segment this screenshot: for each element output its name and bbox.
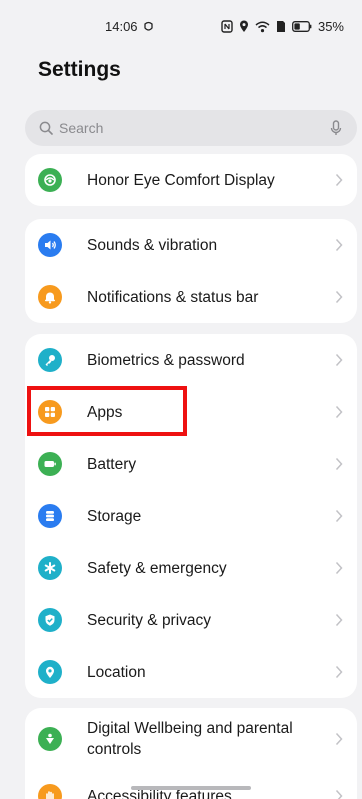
key-icon <box>38 348 62 372</box>
settings-item-label: Honor Eye Comfort Display <box>87 171 275 189</box>
chevron-right-icon <box>335 561 343 575</box>
battery-percent: 35% <box>317 19 344 34</box>
settings-item-accessibility[interactable]: Accessibility features <box>25 770 357 799</box>
settings-item-location[interactable]: Location <box>25 646 357 698</box>
settings-item-battery[interactable]: Battery <box>25 438 357 490</box>
status-bar: 14:06 35% <box>0 0 362 50</box>
chevron-right-icon <box>335 173 343 187</box>
chevron-right-icon <box>335 665 343 679</box>
settings-item-label: Sounds & vibration <box>87 236 218 254</box>
storage-icon <box>38 504 62 528</box>
chevron-right-icon <box>335 290 343 304</box>
asterisk-icon <box>38 556 62 580</box>
settings-group-main: Biometrics & password Apps Battery Stora… <box>25 334 357 698</box>
shield-icon <box>38 608 62 632</box>
settings-item-label: Apps <box>87 403 123 421</box>
status-time: 14:06 <box>105 19 138 34</box>
battery-icon <box>38 452 62 476</box>
wifi-icon <box>255 21 270 32</box>
sim-icon <box>276 21 285 32</box>
settings-item-label: Storage <box>87 507 142 525</box>
settings-item-apps[interactable]: Apps <box>25 386 357 438</box>
settings-item-label: Biometrics & password <box>87 351 245 369</box>
settings-item-storage[interactable]: Storage <box>25 490 357 542</box>
home-indicator[interactable] <box>131 786 251 790</box>
settings-item-label: Digital Wellbeing and parental controls <box>87 720 293 758</box>
nfc-icon <box>221 20 233 33</box>
status-icons: 35% <box>221 19 344 34</box>
search-input[interactable]: Search <box>25 110 357 146</box>
apps-icon <box>38 400 62 424</box>
chevron-right-icon <box>335 457 343 471</box>
chevron-right-icon <box>335 613 343 627</box>
search-placeholder: Search <box>59 120 104 136</box>
wellbeing-icon <box>38 727 62 751</box>
settings-item-label: Battery <box>87 455 137 473</box>
eye-comfort-icon <box>38 168 62 192</box>
settings-item-biometrics[interactable]: Biometrics & password <box>25 334 357 386</box>
chevron-right-icon <box>335 732 343 746</box>
chevron-right-icon <box>335 405 343 419</box>
status-time-group: 14:06 <box>105 19 154 34</box>
bell-icon <box>38 285 62 309</box>
chevron-right-icon <box>335 238 343 252</box>
settings-item-notifications[interactable]: Notifications & status bar <box>25 271 357 323</box>
page-title: Settings <box>38 58 121 81</box>
settings-group-display: Honor Eye Comfort Display <box>25 154 357 206</box>
settings-item-label: Security & privacy <box>87 611 212 629</box>
hand-icon <box>38 784 62 799</box>
settings-item-label: Safety & emergency <box>87 559 227 577</box>
battery-status-icon <box>292 21 312 32</box>
chevron-right-icon <box>335 789 343 799</box>
settings-item-label: Notifications & status bar <box>87 288 259 306</box>
chevron-right-icon <box>335 509 343 523</box>
sound-icon <box>38 233 62 257</box>
microphone-icon[interactable] <box>329 120 343 136</box>
settings-item-digital-wellbeing[interactable]: Digital Wellbeing and parental controls <box>25 708 357 770</box>
search-icon <box>39 121 53 135</box>
alarm-icon <box>143 21 153 31</box>
settings-item-label: Location <box>87 663 146 681</box>
location-status-icon <box>239 20 248 32</box>
settings-item-eye-comfort[interactable]: Honor Eye Comfort Display <box>25 154 357 206</box>
settings-group-sound-notifications: Sounds & vibration Notifications & statu… <box>25 219 357 323</box>
chevron-right-icon <box>335 353 343 367</box>
location-pin-icon <box>38 660 62 684</box>
settings-screen: 14:06 35% Settings Search Honor Eye Comf… <box>0 0 362 799</box>
settings-item-safety[interactable]: Safety & emergency <box>25 542 357 594</box>
settings-item-sounds[interactable]: Sounds & vibration <box>25 219 357 271</box>
settings-item-security[interactable]: Security & privacy <box>25 594 357 646</box>
